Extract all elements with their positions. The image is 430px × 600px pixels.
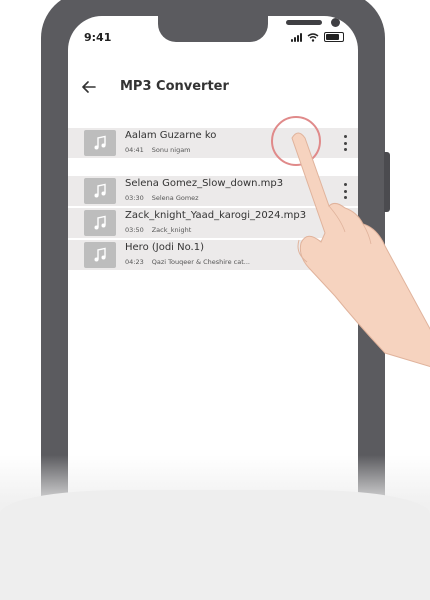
song-title: Selena Gomez_Slow_down.mp3: [125, 178, 284, 189]
song-meta: 03:30 Selena Gomez: [125, 194, 199, 202]
signal-icon: [291, 32, 302, 42]
front-camera: [331, 18, 340, 27]
song-thumbnail: [84, 210, 116, 236]
music-note-icon: [94, 135, 106, 150]
status-icons: [291, 32, 344, 42]
song-thumbnail: [84, 178, 116, 204]
tapping-hand-illustration: [271, 116, 430, 368]
song-artist: Qazi Touqeer & Cheshire cat...: [151, 258, 250, 266]
song-thumbnail: [84, 130, 116, 156]
arrow-left-icon: [82, 81, 96, 93]
song-duration: 03:30: [125, 194, 144, 202]
battery-icon: [324, 32, 344, 42]
back-button[interactable]: [82, 79, 102, 97]
song-artist: Selena Gomez: [151, 194, 199, 202]
song-duration: 03:50: [125, 226, 144, 234]
song-thumbnail: [84, 242, 116, 268]
music-note-icon: [94, 183, 106, 198]
song-artist: Sonu nigam: [151, 146, 191, 154]
wifi-icon: [307, 32, 319, 42]
status-time: 9:41: [84, 31, 112, 44]
page-title: MP3 Converter: [120, 79, 229, 94]
hand-icon: [291, 132, 430, 368]
notch: [158, 16, 340, 42]
song-duration: 04:23: [125, 258, 144, 266]
song-title: Hero (Jodi No.1): [125, 242, 204, 253]
music-note-icon: [94, 247, 106, 262]
song-artist: Zack_knight: [151, 226, 192, 234]
song-title: Aalam Guzarne ko: [125, 130, 217, 141]
speaker-grille: [286, 20, 322, 25]
song-meta: 04:41 Sonu nigam: [125, 146, 191, 154]
song-meta: 03:50 Zack_knight: [125, 226, 191, 234]
song-duration: 04:41: [125, 146, 144, 154]
app-bar: MP3 Converter: [68, 76, 358, 100]
bottom-shadow: [0, 490, 430, 600]
music-note-icon: [94, 215, 106, 230]
song-meta: 04:23 Qazi Touqeer & Cheshire cat...: [125, 258, 250, 266]
